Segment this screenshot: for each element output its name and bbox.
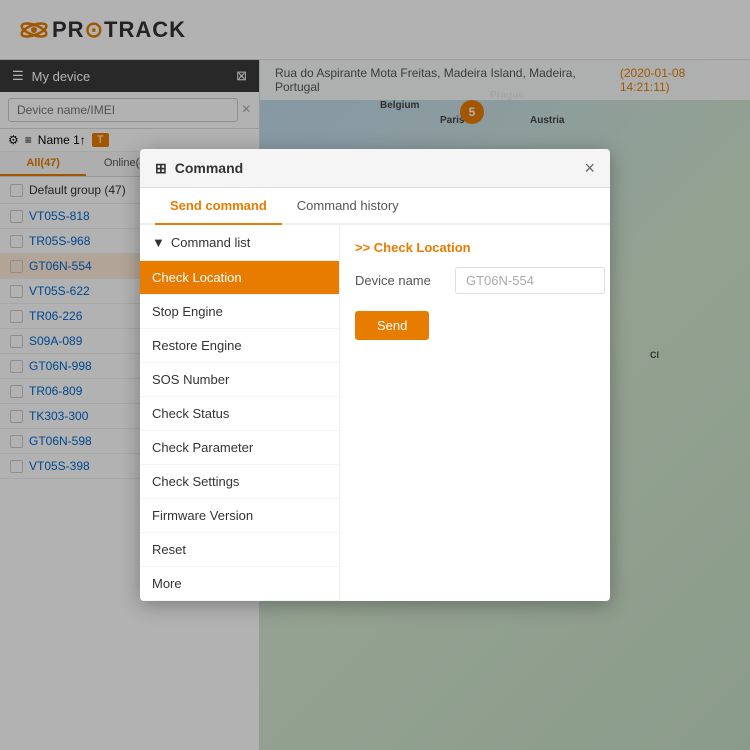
command-item-check-status[interactable]: Check Status (140, 397, 339, 431)
command-item-sos-number[interactable]: SOS Number (140, 363, 339, 397)
device-name-label: Device name (355, 273, 445, 288)
command-modal: ⊞ Command × Send command Command history… (140, 149, 610, 601)
modal-overlay[interactable]: ⊞ Command × Send command Command history… (0, 0, 750, 750)
command-item-check-settings[interactable]: Check Settings (140, 465, 339, 499)
modal-header: ⊞ Command × (140, 149, 610, 188)
command-item-reset[interactable]: Reset (140, 533, 339, 567)
selected-command-label: >> Check Location (355, 240, 605, 255)
command-list-panel: ▼ Command list Check Location Stop Engin… (140, 225, 340, 601)
device-name-field-row: Device name (355, 267, 605, 294)
modal-tabs: Send command Command history (140, 188, 610, 225)
tab-command-history[interactable]: Command history (282, 188, 414, 225)
command-item-check-location[interactable]: Check Location (140, 261, 339, 295)
command-item-restore-engine[interactable]: Restore Engine (140, 329, 339, 363)
command-icon: ⊞ (155, 160, 167, 177)
modal-close-button[interactable]: × (584, 159, 595, 177)
command-list-header: ▼ Command list (140, 225, 339, 261)
command-right-panel: >> Check Location Device name Send (340, 225, 610, 601)
tab-send-command[interactable]: Send command (155, 188, 282, 225)
modal-body: ▼ Command list Check Location Stop Engin… (140, 225, 610, 601)
command-item-stop-engine[interactable]: Stop Engine (140, 295, 339, 329)
device-name-input[interactable] (455, 267, 605, 294)
send-button[interactable]: Send (355, 311, 429, 340)
modal-title: ⊞ Command (155, 160, 243, 177)
command-item-firmware-version[interactable]: Firmware Version (140, 499, 339, 533)
collapse-arrow-icon: ▼ (152, 235, 165, 250)
command-item-more[interactable]: More (140, 567, 339, 601)
command-item-check-parameter[interactable]: Check Parameter (140, 431, 339, 465)
